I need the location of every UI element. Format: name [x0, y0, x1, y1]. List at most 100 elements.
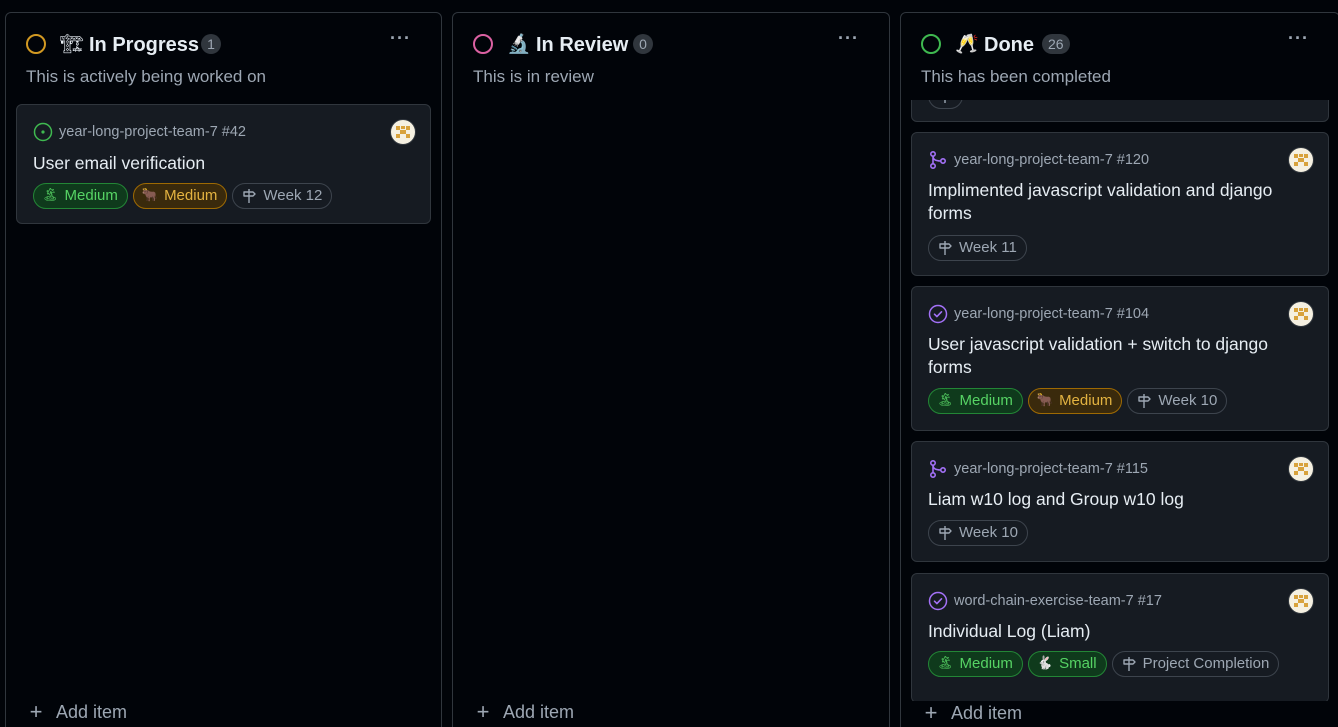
- label-text: Project Completion: [1142, 655, 1270, 672]
- plus-icon: +: [476, 699, 490, 724]
- label-text: Small: [1059, 655, 1097, 672]
- status-circle-icon: [921, 34, 941, 54]
- rabbit-emoji-icon: 🐇: [1036, 656, 1054, 671]
- label-iteration[interactable]: Week 10: [928, 520, 1028, 546]
- card-title[interactable]: User email verification: [33, 152, 390, 175]
- card-repo-ref[interactable]: year-long-project-team-7 #120: [928, 150, 1149, 170]
- item-card[interactable]: year-long-project-team-7 #120 Implimente…: [911, 132, 1329, 276]
- label-size[interactable]: 🏝 Medium: [928, 388, 1023, 414]
- column-title: In Review: [536, 34, 629, 56]
- column-menu-button[interactable]: ···: [1288, 29, 1309, 47]
- column-header: 🔬 In Review 0 ··· This is in review: [453, 13, 889, 101]
- ox-emoji-icon: 🐂: [1036, 393, 1054, 408]
- construction-emoji-icon: 🏗: [60, 33, 85, 55]
- clinking-glasses-emoji-icon: 🥂: [955, 33, 979, 55]
- card-title[interactable]: Implimented javascript validation and dj…: [928, 179, 1288, 225]
- card-repo-text: year-long-project-team-7 #120: [954, 152, 1150, 168]
- plus-icon: +: [29, 699, 43, 724]
- column-done: 🥂 Done 26 ··· This has been completed ye…: [900, 12, 1338, 727]
- card-title[interactable]: User javascript validation + switch to d…: [928, 333, 1288, 379]
- card-labels: [928, 100, 963, 109]
- column-header: 🥂 Done 26 ··· This has been completed: [901, 13, 1338, 101]
- merged-pr-icon: [929, 150, 947, 170]
- label-size[interactable]: 🏝 Medium: [33, 183, 128, 209]
- label-text: Week 10: [1158, 392, 1218, 409]
- milestone-icon: [939, 526, 952, 540]
- identicon-icon: [1293, 461, 1309, 477]
- column-header: 🏗 In Progress 1 ··· This is actively bei…: [6, 13, 441, 101]
- label-text: Medium: [164, 187, 218, 204]
- card-title[interactable]: Liam w10 log and Group w10 log: [928, 488, 1288, 511]
- card-labels: Week 10: [928, 520, 1028, 546]
- add-item-button[interactable]: + Add item: [26, 697, 127, 727]
- avatar[interactable]: [1288, 301, 1314, 327]
- column-in-progress: 🏗 In Progress 1 ··· This is actively bei…: [5, 12, 442, 727]
- item-card[interactable]: year-long-project-team-7 #104 User javas…: [911, 286, 1329, 431]
- status-circle-icon: [473, 34, 493, 54]
- add-item-label: Add item: [951, 702, 1023, 723]
- island-emoji-icon: 🏝: [42, 188, 59, 203]
- card-list: year-long-project-team-7 #42 User email …: [16, 104, 431, 701]
- identicon-icon: [1293, 593, 1309, 609]
- item-count-badge: 26: [1042, 34, 1070, 54]
- ox-emoji-icon: 🐂: [141, 188, 159, 203]
- merged-pr-icon: [929, 459, 947, 479]
- open-issue-icon: [33, 122, 53, 142]
- card-title[interactable]: Individual Log (Liam): [928, 620, 1288, 643]
- label-text: Medium: [959, 392, 1013, 409]
- identicon-icon: [1293, 306, 1309, 322]
- add-item-button[interactable]: + Add item: [473, 697, 574, 727]
- item-count-badge: 0: [633, 34, 653, 54]
- item-card-partial[interactable]: [911, 100, 1329, 122]
- label-iteration[interactable]: Week 11: [928, 235, 1027, 261]
- label-priority[interactable]: 🐂 Medium: [1027, 388, 1123, 414]
- identicon-icon: [395, 124, 411, 140]
- card-repo-text: year-long-project-team-7 #115: [954, 461, 1148, 477]
- card-repo-ref[interactable]: year-long-project-team-7 #42: [33, 122, 246, 142]
- card-labels: Week 11: [928, 235, 1027, 261]
- island-emoji-icon: 🏝: [937, 393, 954, 408]
- label-text: Week 12: [263, 187, 323, 204]
- card-repo-text: word-chain-exercise-team-7 #17: [954, 593, 1162, 609]
- card-repo-text: year-long-project-team-7 #42: [59, 124, 246, 140]
- column-description: This has been completed: [921, 67, 1111, 86]
- closed-issue-icon: [928, 304, 948, 324]
- milestone-icon: [243, 189, 257, 203]
- card-repo-ref[interactable]: year-long-project-team-7 #104: [928, 304, 1149, 324]
- label-iteration[interactable]: Week 10: [1127, 388, 1228, 414]
- label-text: Medium: [959, 655, 1013, 672]
- identicon-icon: [1293, 152, 1309, 168]
- column-menu-button[interactable]: ···: [390, 29, 411, 47]
- item-card[interactable]: year-long-project-team-7 #115 Liam w10 l…: [911, 441, 1329, 562]
- label-text: Week 10: [959, 524, 1018, 541]
- card-labels: 🏝 Medium 🐂 Medium Week 10: [928, 388, 1228, 414]
- label-text: Medium: [1059, 392, 1113, 409]
- avatar[interactable]: [1288, 588, 1314, 614]
- card-repo-text: year-long-project-team-7 #104: [954, 306, 1150, 322]
- card-labels: 🏝 Medium 🐇 Small Project Completion: [928, 651, 1280, 677]
- milestone-icon: [1138, 394, 1152, 408]
- label-priority[interactable]: 🐂 Medium: [132, 183, 228, 209]
- avatar[interactable]: [1288, 147, 1314, 173]
- add-item-button[interactable]: + Add item: [921, 698, 1022, 727]
- item-count-badge: 1: [201, 34, 221, 54]
- microscope-emoji-icon: 🔬: [507, 33, 531, 55]
- label-iteration[interactable]: [928, 100, 963, 109]
- label-iteration[interactable]: Week 12: [232, 183, 333, 209]
- card-labels: 🏝 Medium 🐂 Medium Week 12: [33, 183, 333, 209]
- item-card[interactable]: year-long-project-team-7 #42 User email …: [16, 104, 431, 224]
- card-repo-ref[interactable]: year-long-project-team-7 #115: [928, 459, 1148, 479]
- card-repo-ref[interactable]: word-chain-exercise-team-7 #17: [928, 591, 1162, 611]
- label-size[interactable]: 🏝 Medium: [928, 651, 1023, 677]
- add-item-label: Add item: [56, 701, 128, 722]
- avatar[interactable]: [390, 119, 416, 145]
- closed-issue-icon: [928, 591, 948, 611]
- label-priority[interactable]: 🐇 Small: [1027, 651, 1107, 677]
- milestone-icon: [1122, 657, 1136, 671]
- item-card[interactable]: word-chain-exercise-team-7 #17 Individua…: [911, 573, 1329, 701]
- milestone-icon: [939, 241, 952, 255]
- plus-icon: +: [924, 700, 938, 725]
- label-iteration[interactable]: Project Completion: [1111, 651, 1280, 677]
- column-menu-button[interactable]: ···: [838, 29, 859, 47]
- avatar[interactable]: [1288, 456, 1314, 482]
